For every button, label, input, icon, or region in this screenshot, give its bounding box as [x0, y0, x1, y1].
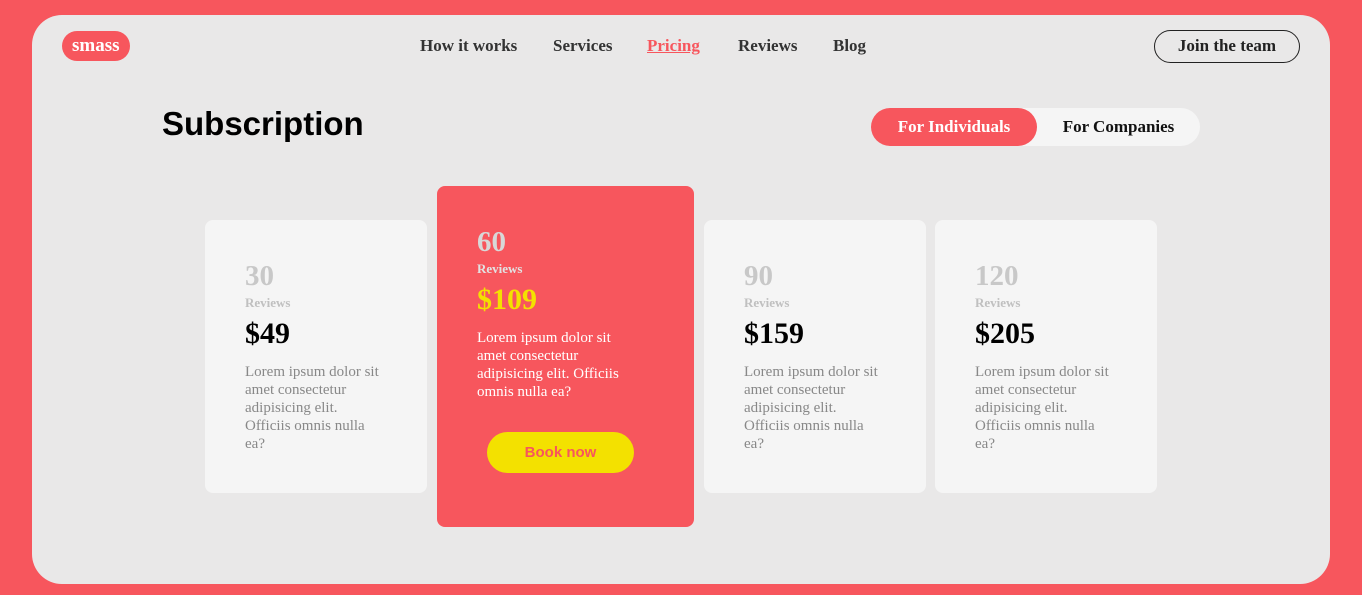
nav-blog[interactable]: Blog [833, 36, 866, 56]
plan-price: $109 [477, 283, 537, 316]
plan-description: Lorem ipsum dolor sit amet consectetur a… [477, 330, 619, 400]
review-unit: Reviews [245, 295, 291, 310]
plan-card-120[interactable]: 120 Reviews $205 Lorem ipsum dolor sit a… [935, 220, 1157, 493]
nav-reviews[interactable]: Reviews [738, 36, 797, 56]
plan-card-30[interactable]: 30 Reviews $49 Lorem ipsum dolor sit ame… [205, 220, 427, 493]
toggle-companies[interactable]: For Companies [1037, 108, 1200, 146]
plan-price: $159 [744, 317, 804, 350]
nav-pricing[interactable]: Pricing [647, 36, 700, 56]
nav-services[interactable]: Services [553, 36, 612, 56]
plan-description: Lorem ipsum dolor sit amet consectetur a… [975, 364, 1109, 452]
review-unit: Reviews [744, 295, 790, 310]
nav-how-it-works[interactable]: How it works [420, 36, 517, 56]
main-panel: smass How it works Services Pricing Revi… [32, 15, 1330, 584]
review-unit: Reviews [975, 295, 1021, 310]
plan-price: $49 [245, 317, 290, 350]
plan-description: Lorem ipsum dolor sit amet consectetur a… [245, 364, 379, 452]
page-title: Subscription [162, 105, 364, 142]
review-count: 90 [744, 260, 773, 292]
review-count: 120 [975, 260, 1019, 292]
review-count: 30 [245, 260, 274, 292]
brand-logo[interactable]: smass [62, 31, 130, 61]
plan-card-90[interactable]: 90 Reviews $159 Lorem ipsum dolor sit am… [704, 220, 926, 493]
review-unit: Reviews [477, 261, 523, 276]
audience-toggle: For Individuals For Companies [871, 108, 1200, 146]
plan-card-60[interactable]: 60 Reviews $109 Lorem ipsum dolor sit am… [437, 186, 694, 527]
book-now-button[interactable]: Book now [487, 432, 634, 473]
join-team-button[interactable]: Join the team [1154, 30, 1300, 63]
review-count: 60 [477, 226, 506, 258]
plan-price: $205 [975, 317, 1035, 350]
toggle-individuals[interactable]: For Individuals [871, 108, 1037, 146]
plan-description: Lorem ipsum dolor sit amet consectetur a… [744, 364, 878, 452]
